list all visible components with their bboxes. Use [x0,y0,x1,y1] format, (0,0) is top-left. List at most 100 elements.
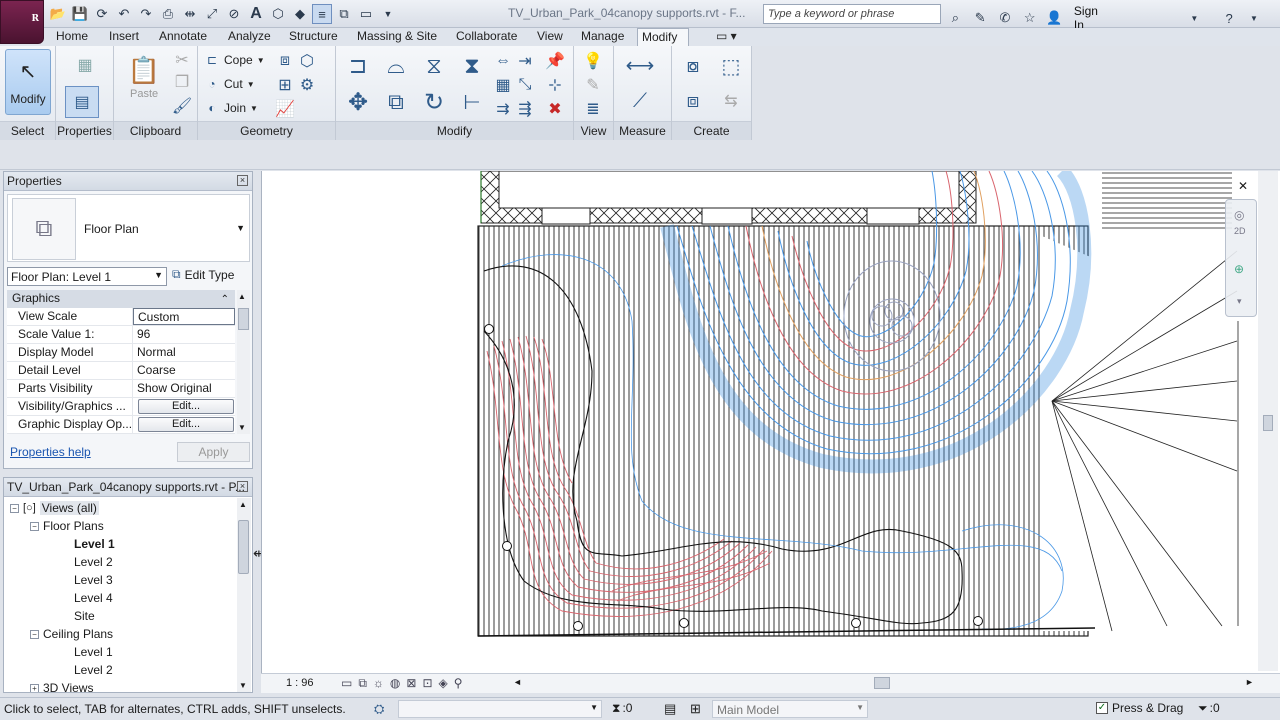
tree-node-floor-plans[interactable]: − Floor Plans [30,519,104,533]
binoculars-icon[interactable]: ⌕ [946,8,965,28]
scroll-right-icon[interactable]: ► [1245,677,1254,687]
tab-insert[interactable]: Insert [105,28,143,46]
tab-structure[interactable]: Structure [285,28,342,46]
horizontal-scroll-thumb[interactable] [874,677,890,689]
properties-panel-label[interactable]: Properties [56,121,113,140]
wall-joins-icon[interactable]: ⊞ [276,76,294,94]
tree-node-site[interactable]: Site [74,609,95,623]
rotate-icon[interactable]: ↻ [418,86,450,118]
sync-icon[interactable]: ⟳ [92,4,112,24]
design-options-icon[interactable]: ⊞ [690,701,701,717]
demolish-icon[interactable]: ⚙ [298,76,316,94]
zoom-icon[interactable]: ⊕ [1234,262,1244,276]
3d-view-icon[interactable]: ⬡ [268,4,288,24]
graphic-display-edit-button[interactable]: Edit... [138,417,234,432]
aligned-dimension-icon[interactable]: ⟋ [620,86,660,116]
tab-annotate[interactable]: Annotate [155,28,211,46]
scroll-down-icon[interactable]: ▼ [238,423,246,432]
scroll-left-icon[interactable]: ◄ [513,677,522,687]
switch-windows-icon[interactable]: ▭ [356,4,376,24]
filter-count[interactable]: ⧗:0 [612,701,632,716]
scale-value-field[interactable]: 96 [133,326,235,343]
pin-icon[interactable]: 📌 [545,52,565,70]
detail-level-icon[interactable]: ▭ [341,676,352,691]
create-group-icon[interactable]: ⬚ [716,52,746,80]
subscription-icon[interactable]: ✎ [971,8,990,28]
help-icon[interactable]: ? [1220,8,1239,28]
view-scale-field[interactable]: Custom [133,308,235,325]
close-windows-icon[interactable]: ⧉ [334,4,354,24]
text-icon[interactable]: A [246,4,266,24]
modify-tool-button[interactable]: ↖ Modify [5,49,51,115]
array-icon[interactable]: ▦ [494,76,512,94]
mirror-draw-icon[interactable]: ⧗ [456,50,488,82]
selection-filter[interactable]: ⏷:0 [1198,701,1220,716]
nav-options-icon[interactable]: ▾ [1237,296,1242,307]
help-dropdown-icon[interactable]: ▼ [1245,8,1264,28]
tab-options-icon[interactable]: ▭ ▾ [712,28,741,46]
type-properties-icon[interactable]: ▦ [65,50,105,80]
tab-analyze[interactable]: Analyze [224,28,275,46]
right-lawn[interactable] [1042,236,1238,631]
tree-node-ceiling-level-2[interactable]: Level 2 [74,663,113,677]
move-icon[interactable]: ✥ [342,86,374,118]
open-icon[interactable]: 📂 [48,4,68,24]
create-panel-label[interactable]: Create [672,121,751,140]
create-parts-icon[interactable]: ⧈ [678,86,708,116]
offset-icon[interactable]: ⌓ [380,50,412,82]
tab-view[interactable]: View [533,28,567,46]
chevron-down-icon[interactable]: ▼ [236,223,245,233]
navigation-bar[interactable]: ◎ 2D ⊕ ▾ [1225,199,1257,317]
tab-home[interactable]: Home [52,28,92,46]
tab-modify[interactable]: Modify [637,28,689,46]
dimension-icon[interactable]: ⤢ [202,4,222,24]
join-button[interactable]: ◐ Join ▼ [204,100,258,116]
measure-icon[interactable]: ⇹ [180,4,200,24]
drawing-area[interactable]: ◎ 2D ⊕ ▾ ✕ [261,171,1280,693]
tree-node-ceiling-plans[interactable]: − Ceiling Plans [30,627,113,641]
thin-lines-icon[interactable]: ≡ [312,4,332,24]
vertical-scrollbar[interactable] [1258,171,1278,671]
2d-wheel-icon[interactable]: 2D [1234,226,1246,236]
tab-manage[interactable]: Manage [577,28,628,46]
tree-node-ceiling-level-1[interactable]: Level 1 [74,645,113,659]
tree-node-level-1[interactable]: Level 1 [74,537,115,551]
cut-button[interactable]: ◔ Cut ▼ [204,76,254,92]
workset-selector[interactable]: ▼ [398,700,602,718]
properties-help-link[interactable]: Properties help [10,445,91,459]
tree-node-views-all[interactable]: − [○] Views (all) [10,501,99,515]
tab-massing-site[interactable]: Massing & Site [353,28,441,46]
section-icon[interactable]: ◆ [290,4,310,24]
print-icon[interactable]: ⎙ [158,4,178,24]
tree-node-3d-views[interactable]: +3D Views [30,681,93,692]
tree-node-level-4[interactable]: Level 4 [74,591,113,605]
group-header-graphics[interactable]: Graphics ⌃ [7,290,235,308]
linework-icon[interactable]: ≣ [582,100,604,118]
parts-visibility-field[interactable]: Show Original [133,380,235,397]
delete-icon[interactable]: ✖ [546,100,564,118]
show-crop-icon[interactable]: ⊡ [422,676,432,691]
display-model-field[interactable]: Normal [133,344,235,361]
trim-extend-icon[interactable]: ⊢ [456,86,488,118]
shadows-icon[interactable]: ◍ [390,676,400,691]
visual-style-icon[interactable]: ⧉ [358,676,367,691]
reveal-hidden-icon[interactable]: ⚲ [454,676,463,691]
scroll-up-icon[interactable]: ▲ [239,500,247,509]
close-icon[interactable]: × [237,175,248,186]
tag-icon[interactable]: ⊘ [224,4,244,24]
unpin-icon[interactable]: ⊹ [546,76,564,94]
trim-multiple-icon[interactable]: ⇶ [516,100,534,118]
editable-only-icon[interactable]: ▤ [664,701,676,717]
tree-node-level-3[interactable]: Level 3 [74,573,113,587]
mirror-axis-icon[interactable]: ⧖ [418,50,450,82]
properties-scrollbar[interactable]: ▲ ▼ [237,290,250,434]
main-model-selector[interactable]: Main Model ▼ [712,700,868,718]
view-panel-label[interactable]: View [574,121,613,140]
edit-profile-icon[interactable]: 📈 [275,100,295,118]
select-panel-label[interactable]: Select [0,121,55,140]
split-gap-icon[interactable]: ⇥ [516,52,534,70]
browser-scrollbar[interactable]: ▲ ▼ [237,498,251,692]
properties-icon[interactable]: ▤ [65,86,99,118]
press-drag-checkbox[interactable]: ✓ [1096,702,1108,714]
instance-filter-select[interactable]: Floor Plan: Level 1 ▼ [7,267,167,286]
